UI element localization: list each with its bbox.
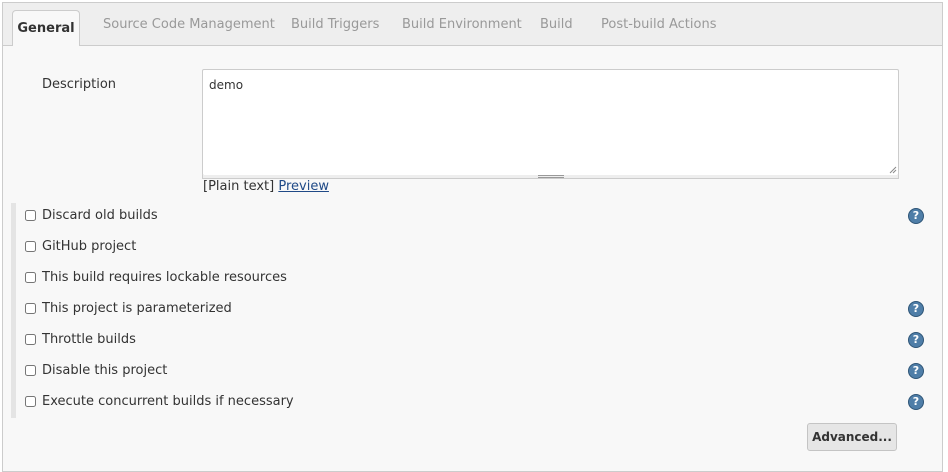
- throttle-builds-checkbox[interactable]: [25, 334, 36, 345]
- help-icon[interactable]: ?: [908, 363, 924, 379]
- help-icon[interactable]: ?: [908, 394, 924, 410]
- tab-build-triggers[interactable]: Build Triggers: [291, 14, 379, 36]
- option-label: This project is parameterized: [42, 301, 232, 316]
- tab-build[interactable]: Build: [540, 14, 573, 36]
- advanced-button[interactable]: Advanced...: [807, 423, 897, 451]
- option-label: Discard old builds: [42, 208, 158, 223]
- tab-build-environment[interactable]: Build Environment: [402, 14, 522, 36]
- option-label: Throttle builds: [42, 332, 136, 347]
- plain-text-label: [Plain text]: [203, 179, 275, 194]
- github-project-checkbox[interactable]: [25, 241, 36, 252]
- job-config-panel: General Source Code Management Build Tri…: [2, 2, 943, 472]
- config-tab-bar: General Source Code Management Build Tri…: [3, 3, 942, 46]
- description-label: Description: [42, 77, 117, 92]
- option-label: Disable this project: [42, 363, 168, 378]
- description-textarea[interactable]: [203, 70, 898, 175]
- option-label: Execute concurrent builds if necessary: [42, 394, 294, 409]
- preview-link[interactable]: Preview: [278, 179, 329, 194]
- parameterized-checkbox[interactable]: [25, 303, 36, 314]
- resize-corner-icon[interactable]: [889, 166, 897, 174]
- option-label: This build requires lockable resources: [42, 270, 287, 285]
- options-group-bar: [11, 203, 16, 418]
- disable-project-checkbox[interactable]: [25, 365, 36, 376]
- concurrent-builds-checkbox[interactable]: [25, 396, 36, 407]
- description-format-line: [Plain text] Preview: [203, 179, 329, 194]
- grip-lines-icon: [538, 175, 564, 178]
- tab-post-build-actions[interactable]: Post-build Actions: [601, 14, 716, 36]
- discard-old-builds-checkbox[interactable]: [25, 210, 36, 221]
- help-icon[interactable]: ?: [908, 332, 924, 348]
- lockable-resources-checkbox[interactable]: [25, 272, 36, 283]
- tab-source-code-management[interactable]: Source Code Management: [103, 14, 275, 36]
- tab-general[interactable]: General: [12, 10, 80, 46]
- option-label: GitHub project: [42, 239, 137, 254]
- description-textarea-box: [202, 69, 899, 176]
- help-icon[interactable]: ?: [908, 301, 924, 317]
- help-icon[interactable]: ?: [908, 208, 924, 224]
